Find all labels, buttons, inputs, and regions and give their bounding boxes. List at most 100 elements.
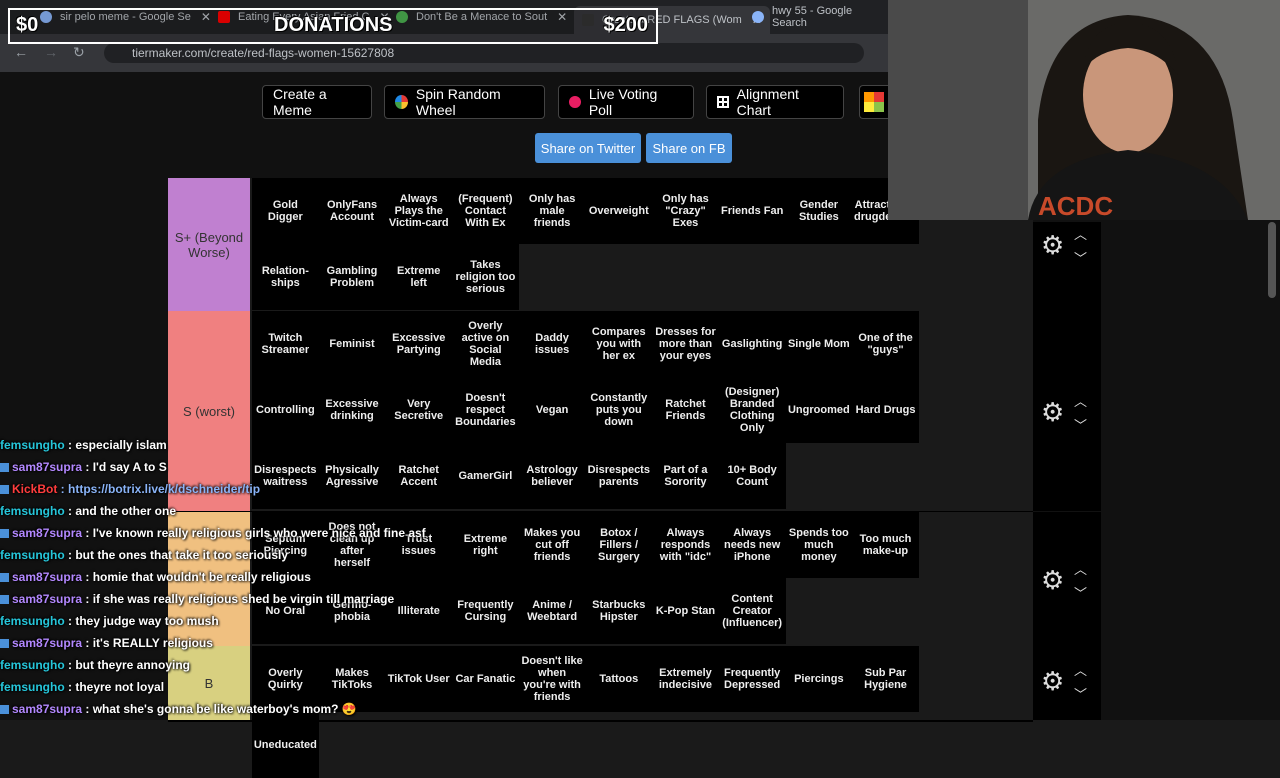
reload-icon[interactable]: ↻ — [73, 44, 85, 61]
browser-tab[interactable]: hwy 55 - Google Search — [752, 4, 888, 30]
chat-username[interactable]: sam87supra — [12, 636, 82, 650]
tier-item[interactable]: Compares you with her ex — [585, 311, 653, 377]
tier-item[interactable]: Twitch Streamer — [252, 311, 319, 377]
gear-icon[interactable]: ⚙ — [1041, 565, 1064, 596]
chevron-up-icon[interactable]: ︿ — [1074, 224, 1087, 243]
tier-item[interactable]: Dresses for more than your eyes — [652, 311, 719, 377]
chat-username[interactable]: sam87supra — [12, 702, 82, 716]
tier-item[interactable]: Vegan — [518, 377, 586, 443]
chat-username[interactable]: femsungho — [0, 504, 65, 518]
tier-item[interactable]: Frequently Depressed — [718, 646, 786, 712]
tier-item[interactable]: Gender Studies — [785, 178, 853, 244]
chat-username[interactable]: sam87supra — [12, 526, 82, 540]
tier-item[interactable]: Disrespects parents — [585, 443, 653, 509]
tier-item[interactable]: Ratchet Friends — [652, 377, 719, 443]
tier-item[interactable]: Only has "Crazy" Exes — [652, 178, 719, 244]
tier-item[interactable]: Sub Par Hygiene — [852, 646, 919, 712]
donations-overlay: $0 DONATIONS $200 — [8, 8, 658, 44]
chevron-up-icon[interactable]: ︿ — [1074, 660, 1087, 679]
tier-item[interactable]: 10+ Body Count — [718, 443, 786, 509]
tier-item[interactable]: Always Plays the Victim-card — [385, 178, 453, 244]
tier-item[interactable]: Gold Digger — [252, 178, 319, 244]
tier-item[interactable]: Only has male friends — [518, 178, 586, 244]
tier-item[interactable]: Anime / Weebtard — [518, 578, 586, 644]
chevron-down-icon[interactable]: ﹀ — [1074, 415, 1087, 434]
tier-item[interactable]: Frequently Cursing — [452, 578, 519, 644]
chat-message: femsungho : theyre not loyal — [0, 676, 440, 698]
chat-username[interactable]: femsungho — [0, 614, 65, 628]
tier-item[interactable]: Constantly puts you down — [585, 377, 653, 443]
chat-username[interactable]: femsungho — [0, 658, 65, 672]
chat-username[interactable]: femsungho — [0, 680, 65, 694]
tier-item[interactable]: Starbucks Hipster — [585, 578, 653, 644]
user-badge-icon — [0, 639, 9, 649]
chat-text: : and the other one — [64, 504, 177, 518]
tier-item[interactable]: Always needs new iPhone — [718, 512, 786, 578]
tier-item[interactable]: Overweight — [585, 178, 653, 244]
tier-item[interactable]: Botox / Fillers / Surgery — [585, 512, 653, 578]
gear-icon[interactable]: ⚙ — [1041, 397, 1064, 428]
tier-item[interactable]: Makes you cut off friends — [518, 512, 586, 578]
live-poll-button[interactable]: Live Voting Poll — [558, 85, 694, 119]
tier-item[interactable]: K-Pop Stan — [652, 578, 719, 644]
tier-item[interactable]: GamerGirl — [452, 443, 519, 509]
tier-item[interactable]: Hard Drugs — [852, 377, 919, 443]
tier-item[interactable]: Piercings — [785, 646, 853, 712]
chat-username[interactable]: sam87supra — [12, 570, 82, 584]
tier-item[interactable]: Extremely indecisive — [652, 646, 719, 712]
tier-item[interactable]: Uneducated — [252, 712, 319, 778]
create-meme-button[interactable]: Create a Meme — [262, 85, 372, 119]
chat-username[interactable]: sam87supra — [12, 592, 82, 606]
tier-item[interactable]: Content Creator (Influencer) — [718, 578, 786, 644]
tier-item[interactable]: Ungroomed — [785, 377, 853, 443]
tier-item[interactable]: OnlyFans Account — [318, 178, 386, 244]
tier-item[interactable]: Excessive Partying — [385, 311, 453, 377]
chevron-up-icon[interactable]: ︿ — [1074, 391, 1087, 410]
share-twitter-button[interactable]: Share on Twitter — [535, 133, 641, 163]
tier-item[interactable]: Friends Fan — [718, 178, 786, 244]
chevron-down-icon[interactable]: ﹀ — [1074, 248, 1087, 267]
tier-label[interactable]: S+ (Beyond Worse) — [168, 178, 250, 311]
back-icon[interactable]: ← — [14, 44, 28, 60]
chevron-down-icon[interactable]: ﹀ — [1074, 583, 1087, 602]
tier-controls: ⚙ ︿ ﹀ — [1033, 311, 1101, 511]
tier-item[interactable]: Daddy issues — [518, 311, 586, 377]
forward-icon[interactable]: → — [44, 44, 58, 60]
tier-item[interactable]: Gambling Problem — [318, 244, 386, 310]
url-field[interactable]: tiermaker.com/create/red-flags-women-156… — [104, 43, 864, 63]
tier-item[interactable]: Doesn't like when you're with friends — [518, 646, 586, 712]
alignment-chart-button[interactable]: Alignment Chart — [706, 85, 844, 119]
tier-item[interactable]: Spends too much money — [785, 512, 853, 578]
tier-item[interactable]: Too much make-up — [852, 512, 919, 578]
chevron-up-icon[interactable]: ︿ — [1074, 559, 1087, 578]
tier-item[interactable]: Extreme left — [385, 244, 453, 310]
more-tools-button[interactable] — [859, 85, 888, 119]
chat-username[interactable]: KickBot — [12, 482, 57, 496]
share-fb-button[interactable]: Share on FB — [646, 133, 732, 163]
tier-item[interactable]: (Designer) Branded Clothing Only — [718, 377, 786, 443]
tier-item[interactable]: Relation-ships — [252, 244, 319, 310]
tier-item[interactable]: Feminist — [318, 311, 386, 377]
chat-username[interactable]: sam87supra — [12, 460, 82, 474]
chat-username[interactable]: femsungho — [0, 548, 65, 562]
chevron-down-icon[interactable]: ﹀ — [1074, 684, 1087, 703]
tier-item[interactable]: Extreme right — [452, 512, 519, 578]
tier-item[interactable]: Doesn't respect Boundaries — [452, 377, 519, 443]
tier-item[interactable]: Overly active on Social Media — [452, 311, 519, 377]
gear-icon[interactable]: ⚙ — [1041, 230, 1064, 261]
tier-item[interactable]: (Frequent) Contact With Ex — [452, 178, 519, 244]
tier-item[interactable]: Gaslighting — [718, 311, 786, 377]
tier-item[interactable]: Single Mom — [785, 311, 853, 377]
tier-item[interactable]: Astrology believer — [518, 443, 586, 509]
gear-icon[interactable]: ⚙ — [1041, 666, 1064, 697]
tier-item[interactable]: Always responds with "idc" — [652, 512, 719, 578]
tier-item[interactable]: Part of a Sorority — [652, 443, 719, 509]
tier-item[interactable]: Tattoos — [585, 646, 653, 712]
spin-wheel-button[interactable]: Spin Random Wheel — [384, 85, 545, 119]
chat-message: femsungho : but theyre annoying — [0, 654, 440, 676]
chat-username[interactable]: femsungho — [0, 438, 65, 452]
tier-item[interactable]: One of the "guys" — [852, 311, 919, 377]
tier-item[interactable]: Takes religion too serious — [452, 244, 519, 310]
scrollbar-thumb[interactable] — [1268, 222, 1276, 298]
tier-item[interactable]: Car Fanatic — [452, 646, 519, 712]
